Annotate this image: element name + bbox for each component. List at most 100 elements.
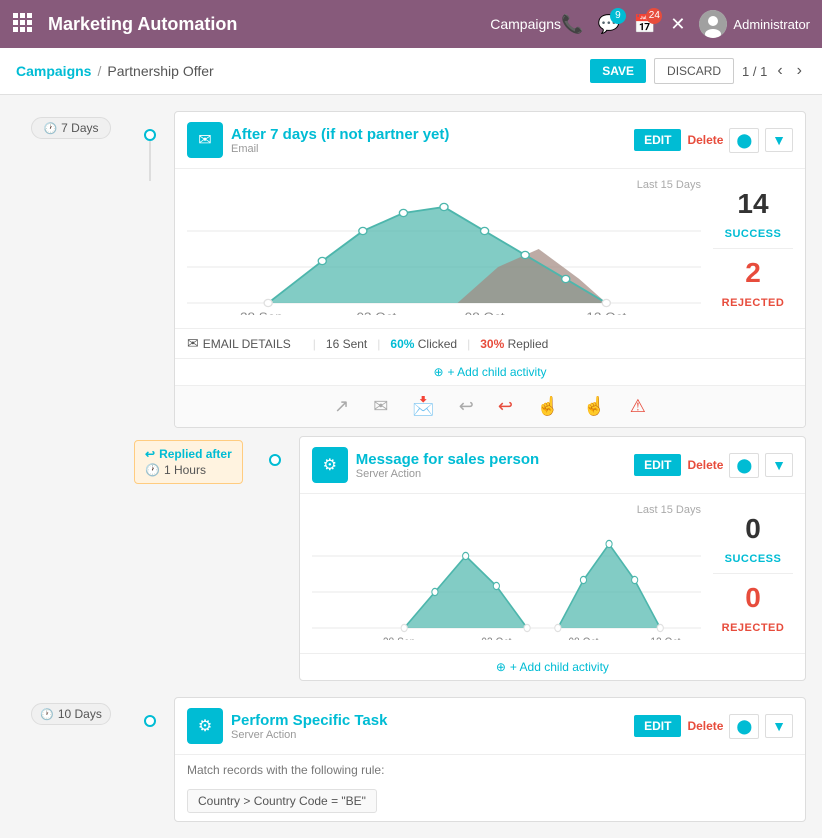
card-3-delete-button[interactable]: Delete — [687, 719, 723, 733]
card-3-edit-button[interactable]: EDIT — [634, 715, 681, 737]
rule-box: Country > Country Code = "BE" — [187, 789, 377, 813]
days-label-2: 🕐 10 Days — [31, 703, 111, 725]
card-3-subtitle: Server Action — [231, 729, 626, 741]
user-menu[interactable]: Administrator — [699, 10, 810, 38]
card-3-chart-button[interactable]: ⬤ — [729, 714, 759, 739]
breadcrumb-campaigns[interactable]: Campaigns — [16, 63, 91, 79]
prev-button[interactable]: ‹ — [773, 60, 786, 82]
card-1-edit-button[interactable]: EDIT — [634, 129, 681, 151]
success-num-2: 0 — [745, 513, 761, 545]
svg-text:12 Oct: 12 Oct — [586, 310, 626, 315]
svg-text:03 Oct: 03 Oct — [356, 310, 396, 315]
card-3-body: Match records with the following rule: C… — [175, 755, 805, 821]
child-icon-reply[interactable]: ↩ — [459, 396, 474, 417]
replied-after-badge: ↩ Replied after 🕐 1 Hours — [134, 440, 243, 484]
add-child-2[interactable]: ⊕ + Add child activity — [300, 653, 805, 680]
svg-text:03 Oct: 03 Oct — [481, 636, 512, 640]
card-1-filter-button[interactable]: ▼ — [765, 128, 793, 152]
child-icon-envelope[interactable]: 📩 — [412, 396, 434, 417]
card-3-filter-button[interactable]: ▼ — [765, 714, 793, 738]
timeline-dot-2 — [269, 454, 281, 466]
clicked-stat: 60% Clicked — [390, 337, 457, 351]
svg-text:12 Oct: 12 Oct — [650, 636, 681, 640]
success-label-2: SUCCESS — [725, 553, 782, 565]
card-2-chart-area: Last 15 Days — [300, 494, 805, 653]
card-2-chart-button[interactable]: ⬤ — [729, 453, 759, 478]
child-icon-inbox[interactable]: ✉ — [373, 396, 388, 417]
svg-text:28 Sep: 28 Sep — [383, 636, 415, 640]
card-1-chart-area: Last 15 Days — [175, 169, 805, 328]
chart-container-2: Last 15 Days — [312, 504, 701, 643]
breadcrumb-actions: SAVE DISCARD 1 / 1 ‹ › — [590, 58, 806, 84]
timeline-dot-3 — [144, 715, 156, 727]
breadcrumb-current: Partnership Offer — [107, 63, 213, 79]
child-icon-click2[interactable]: ☝ — [583, 396, 605, 417]
nav-campaigns[interactable]: Campaigns — [490, 16, 561, 32]
chart-stats-1: 14 SUCCESS 2 REJECTED — [713, 179, 793, 318]
add-child-1[interactable]: ⊕ + Add child activity — [175, 358, 805, 385]
child-icon-click[interactable]: ☝ — [537, 396, 559, 417]
svg-text:28 Sep: 28 Sep — [240, 310, 283, 315]
card-2-delete-button[interactable]: Delete — [687, 458, 723, 472]
card-1-title: After 7 days (if not partner yet) — [231, 126, 449, 143]
add-child-label-1: ⊕ + Add child activity — [181, 365, 799, 379]
replied-after-hours: 🕐 1 Hours — [145, 463, 206, 477]
card-3-actions: EDIT Delete ⬤ ▼ — [634, 714, 793, 739]
grid-menu-icon[interactable] — [12, 12, 36, 36]
calendar-icon[interactable]: 📅 24 — [634, 14, 656, 35]
match-text: Match records with the following rule: — [187, 763, 793, 777]
chart-svg-2: 28 Sep 03 Oct 08 Oct 12 Oct — [312, 520, 701, 640]
success-num-1: 14 — [737, 188, 768, 220]
card-2-actions: EDIT Delete ⬤ ▼ — [634, 453, 793, 478]
breadcrumb: Campaigns / Partnership Offer — [16, 63, 214, 79]
phone-icon[interactable]: 📞 — [561, 14, 583, 35]
email-details-label: ✉ EMAIL DETAILS — [187, 335, 291, 352]
card-2-header: ⚙ Message for sales person Server Action… — [300, 437, 805, 494]
card-1-header: ✉ After 7 days (if not partner yet) Emai… — [175, 112, 805, 169]
replied-after-top: ↩ Replied after — [145, 447, 232, 461]
avatar — [699, 10, 727, 38]
pagination: 1 / 1 ‹ › — [742, 60, 806, 82]
child-icons-row-1: ↗ ✉ 📩 ↩ ↩ ☝ ☝ ⚠ — [175, 385, 805, 427]
svg-text:08 Oct: 08 Oct — [465, 310, 505, 315]
chat-icon[interactable]: 💬 9 — [597, 14, 619, 35]
add-child-label-2: ⊕ + Add child activity — [306, 660, 799, 674]
child-icon-warning[interactable]: ⚠ — [630, 396, 646, 417]
pagination-info: 1 / 1 — [742, 64, 767, 79]
next-button[interactable]: › — [793, 60, 806, 82]
breadcrumb-bar: Campaigns / Partnership Offer SAVE DISCA… — [0, 48, 822, 95]
topnav-icon-group: 📞 💬 9 📅 24 ✕ Administrator — [561, 10, 810, 38]
success-label-1: SUCCESS — [725, 228, 782, 240]
card-2-filter-button[interactable]: ▼ — [765, 453, 793, 477]
card-3-header: ⚙ Perform Specific Task Server Action ED… — [175, 698, 805, 755]
card-1-actions: EDIT Delete ⬤ ▼ — [634, 128, 793, 153]
gear-icon-1: ⚙ — [312, 447, 348, 483]
app-title: Marketing Automation — [48, 14, 470, 35]
main-content: 🕐 7 Days ✉ After 7 days (if not partner … — [0, 95, 822, 838]
child-icon-arrow[interactable]: ↗ — [334, 396, 349, 417]
calendar-badge: 24 — [646, 8, 662, 24]
email-icon: ✉ — [187, 122, 223, 158]
child-icon-reply2[interactable]: ↩ — [498, 396, 513, 417]
save-button[interactable]: SAVE — [590, 59, 646, 83]
replied-stat: 30% Replied — [480, 337, 548, 351]
sent-stat: 16 Sent — [326, 337, 367, 351]
chart-svg-1: 28 Sep 03 Oct 08 Oct 12 Oct — [187, 195, 701, 315]
email-details-1: ✉ EMAIL DETAILS | 16 Sent | 60% Clicked … — [175, 328, 805, 358]
card-2-title: Message for sales person — [356, 451, 539, 468]
card-2-edit-button[interactable]: EDIT — [634, 454, 681, 476]
username-label: Administrator — [733, 17, 810, 32]
card-2: ⚙ Message for sales person Server Action… — [299, 436, 806, 681]
card-1-delete-button[interactable]: Delete — [687, 133, 723, 147]
days-label-1: 🕐 7 Days — [31, 117, 111, 139]
chart-stats-2: 0 SUCCESS 0 REJECTED — [713, 504, 793, 643]
svg-text:08 Oct: 08 Oct — [568, 636, 599, 640]
chart-period-1: Last 15 Days — [187, 179, 701, 191]
discard-button[interactable]: DISCARD — [654, 58, 734, 84]
card-2-subtitle: Server Action — [356, 468, 626, 480]
card-1: ✉ After 7 days (if not partner yet) Emai… — [174, 111, 806, 428]
card-3-title: Perform Specific Task — [231, 712, 387, 729]
card-1-chart-button[interactable]: ⬤ — [729, 128, 759, 153]
settings-icon[interactable]: ✕ — [670, 14, 685, 35]
card-1-subtitle: Email — [231, 143, 626, 155]
